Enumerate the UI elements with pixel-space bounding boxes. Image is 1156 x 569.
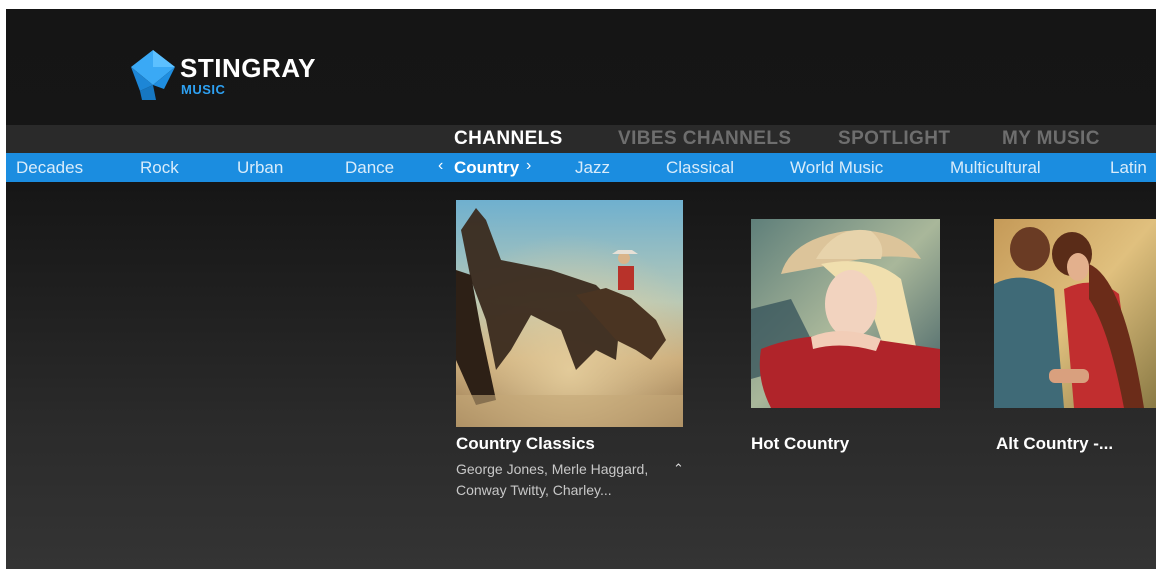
genre-rock[interactable]: Rock <box>140 158 179 178</box>
woman-in-cowboy-hat-image <box>751 219 940 408</box>
tab-vibes-channels[interactable]: VIBES CHANNELS <box>618 128 791 150</box>
brand-subname: MUSIC <box>181 82 226 97</box>
genre-urban[interactable]: Urban <box>237 158 283 178</box>
card-country-classics-description: George Jones, Merle Haggard, Conway Twit… <box>456 461 649 498</box>
collapse-chevron-icon[interactable]: ⌃ <box>673 461 684 477</box>
genre-multicultural[interactable]: Multicultural <box>950 158 1041 178</box>
genre-classical[interactable]: Classical <box>666 158 734 178</box>
card-alt-country-art[interactable] <box>994 219 1156 408</box>
genre-decades[interactable]: Decades <box>16 158 83 178</box>
brand-name: STINGRAY <box>180 53 316 83</box>
cowboy-on-horse-image <box>456 200 683 427</box>
main-tabs-bar: CHANNELS VIBES CHANNELS SPOTLIGHT MY MUS… <box>6 125 1156 153</box>
tab-my-music[interactable]: MY MUSIC <box>1002 128 1100 150</box>
card-alt-country-title[interactable]: Alt Country -... <box>996 434 1113 454</box>
genre-world-music[interactable]: World Music <box>790 158 883 178</box>
genre-jazz[interactable]: Jazz <box>575 158 610 178</box>
app-window: STINGRAY MUSIC CHANNELS VIBES CHANNELS S… <box>6 9 1156 569</box>
genre-dance[interactable]: Dance <box>345 158 394 178</box>
genre-next-icon[interactable]: › <box>526 157 531 175</box>
genre-latin[interactable]: Latin <box>1110 158 1147 178</box>
card-country-classics-art[interactable] <box>456 200 683 427</box>
couple-embracing-image <box>994 219 1156 408</box>
genre-prev-icon[interactable]: ‹ <box>438 157 443 175</box>
tab-channels[interactable]: CHANNELS <box>454 128 563 150</box>
card-hot-country-art[interactable] <box>751 219 940 408</box>
stingray-logo-icon <box>131 50 175 100</box>
genre-bar: Decades Rock Urban Dance ‹ Country › Jaz… <box>6 153 1156 182</box>
card-country-classics-title[interactable]: Country Classics <box>456 434 595 454</box>
stingray-logo: STINGRAY MUSIC <box>130 49 320 105</box>
card-hot-country-title[interactable]: Hot Country <box>751 434 849 454</box>
genre-country[interactable]: Country <box>454 158 519 178</box>
tab-spotlight[interactable]: SPOTLIGHT <box>838 128 950 150</box>
